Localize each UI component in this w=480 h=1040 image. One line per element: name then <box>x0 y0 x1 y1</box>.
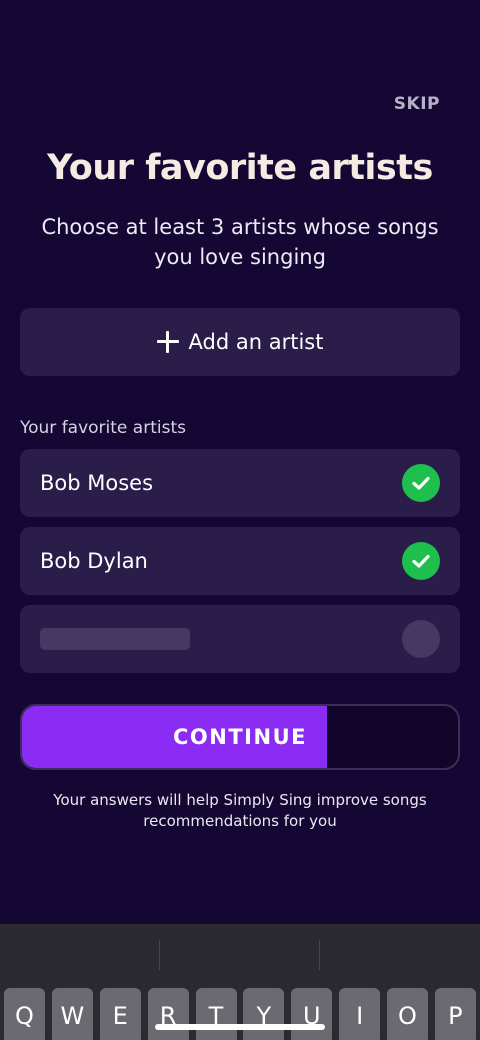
key-r[interactable]: R <box>147 988 189 1040</box>
add-artist-label: Add an artist <box>188 330 324 354</box>
keyboard-key-row: QWERTYUIOP <box>4 988 476 1040</box>
empty-circle-icon <box>402 620 440 658</box>
check-circle-icon <box>402 464 440 502</box>
artist-name: Bob Dylan <box>40 549 148 573</box>
keyboard: QWERTYUIOP <box>0 924 480 1040</box>
key-p[interactable]: P <box>434 988 476 1040</box>
key-q[interactable]: Q <box>4 988 45 1040</box>
continue-label: CONTINUE <box>173 725 307 749</box>
skip-button[interactable]: SKIP <box>394 94 440 114</box>
page-subtitle: Choose at least 3 artists whose songs yo… <box>41 215 439 269</box>
artist-name-placeholder <box>40 628 190 650</box>
key-o[interactable]: O <box>387 988 428 1040</box>
key-e[interactable]: E <box>99 988 141 1040</box>
artist-card-bob-moses[interactable]: Bob Moses <box>20 449 460 517</box>
add-artist-button[interactable]: Add an artist <box>20 308 460 376</box>
key-w[interactable]: W <box>51 988 93 1040</box>
suggestion-divider <box>319 940 320 970</box>
key-u[interactable]: U <box>291 988 333 1040</box>
check-circle-icon <box>402 542 440 580</box>
continue-button[interactable]: CONTINUE <box>20 704 460 770</box>
key-y[interactable]: Y <box>243 988 285 1040</box>
artist-card-empty-slot[interactable] <box>20 605 460 673</box>
key-t[interactable]: T <box>195 988 237 1040</box>
page-title: Your favorite artists <box>47 148 433 188</box>
suggestion-divider <box>159 940 160 970</box>
key-i[interactable]: I <box>339 988 381 1040</box>
footnote: Your answers will help Simply Sing impro… <box>53 791 427 830</box>
artist-name: Bob Moses <box>40 471 154 495</box>
artist-card-bob-dylan[interactable]: Bob Dylan <box>20 527 460 595</box>
home-indicator[interactable] <box>155 1024 325 1030</box>
keyboard-suggestion-bar <box>0 924 480 972</box>
plus-icon <box>156 331 179 353</box>
favorites-section-label: Your favorite artists <box>20 418 186 438</box>
